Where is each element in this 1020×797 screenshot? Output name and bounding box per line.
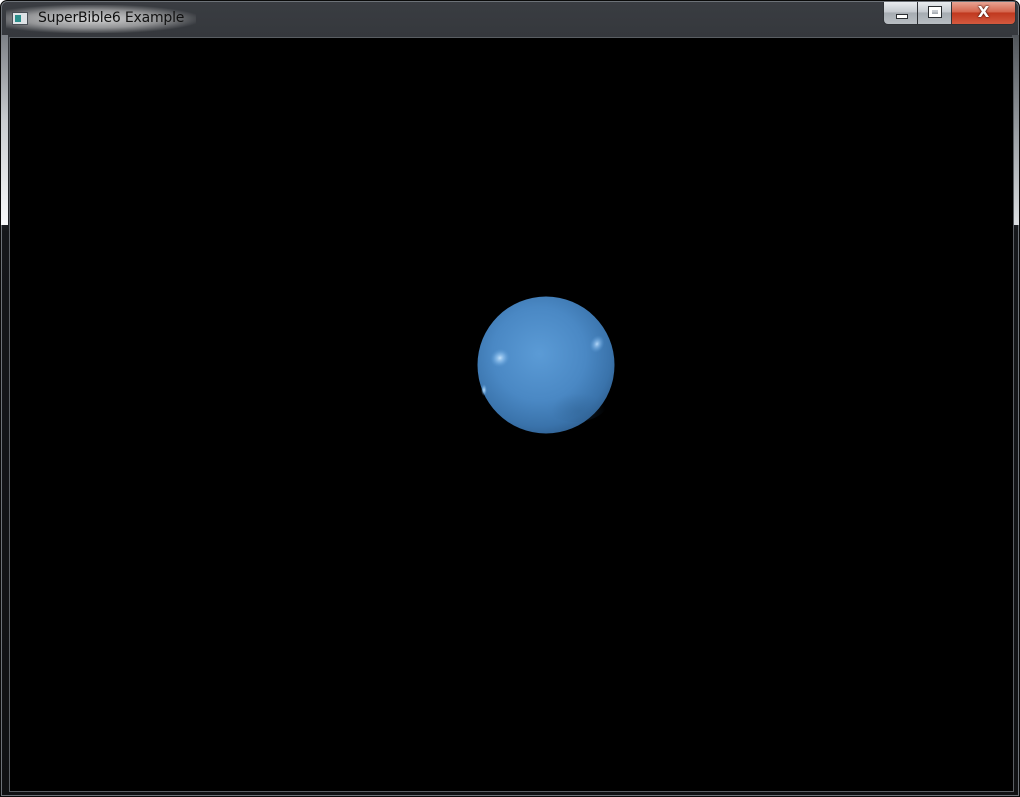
app-window-icon[interactable] — [12, 12, 28, 25]
app-window: SuperBible6 Example X — [0, 0, 1020, 797]
title-bar[interactable]: SuperBible6 Example — [2, 2, 1018, 35]
minimize-button[interactable] — [884, 2, 918, 24]
close-button[interactable]: X — [952, 2, 1015, 24]
app-icon-pane — [15, 15, 21, 22]
close-icon: X — [977, 3, 990, 21]
window-frame-left — [1, 35, 8, 225]
scene-svg — [477, 296, 615, 434]
sphere-object — [477, 296, 615, 434]
minimize-icon — [896, 14, 908, 19]
window-title: SuperBible6 Example — [38, 10, 185, 26]
render-canvas[interactable] — [9, 37, 1014, 792]
maximize-button[interactable] — [918, 2, 952, 24]
maximize-icon — [928, 6, 942, 18]
caption-buttons: X — [883, 2, 1016, 25]
